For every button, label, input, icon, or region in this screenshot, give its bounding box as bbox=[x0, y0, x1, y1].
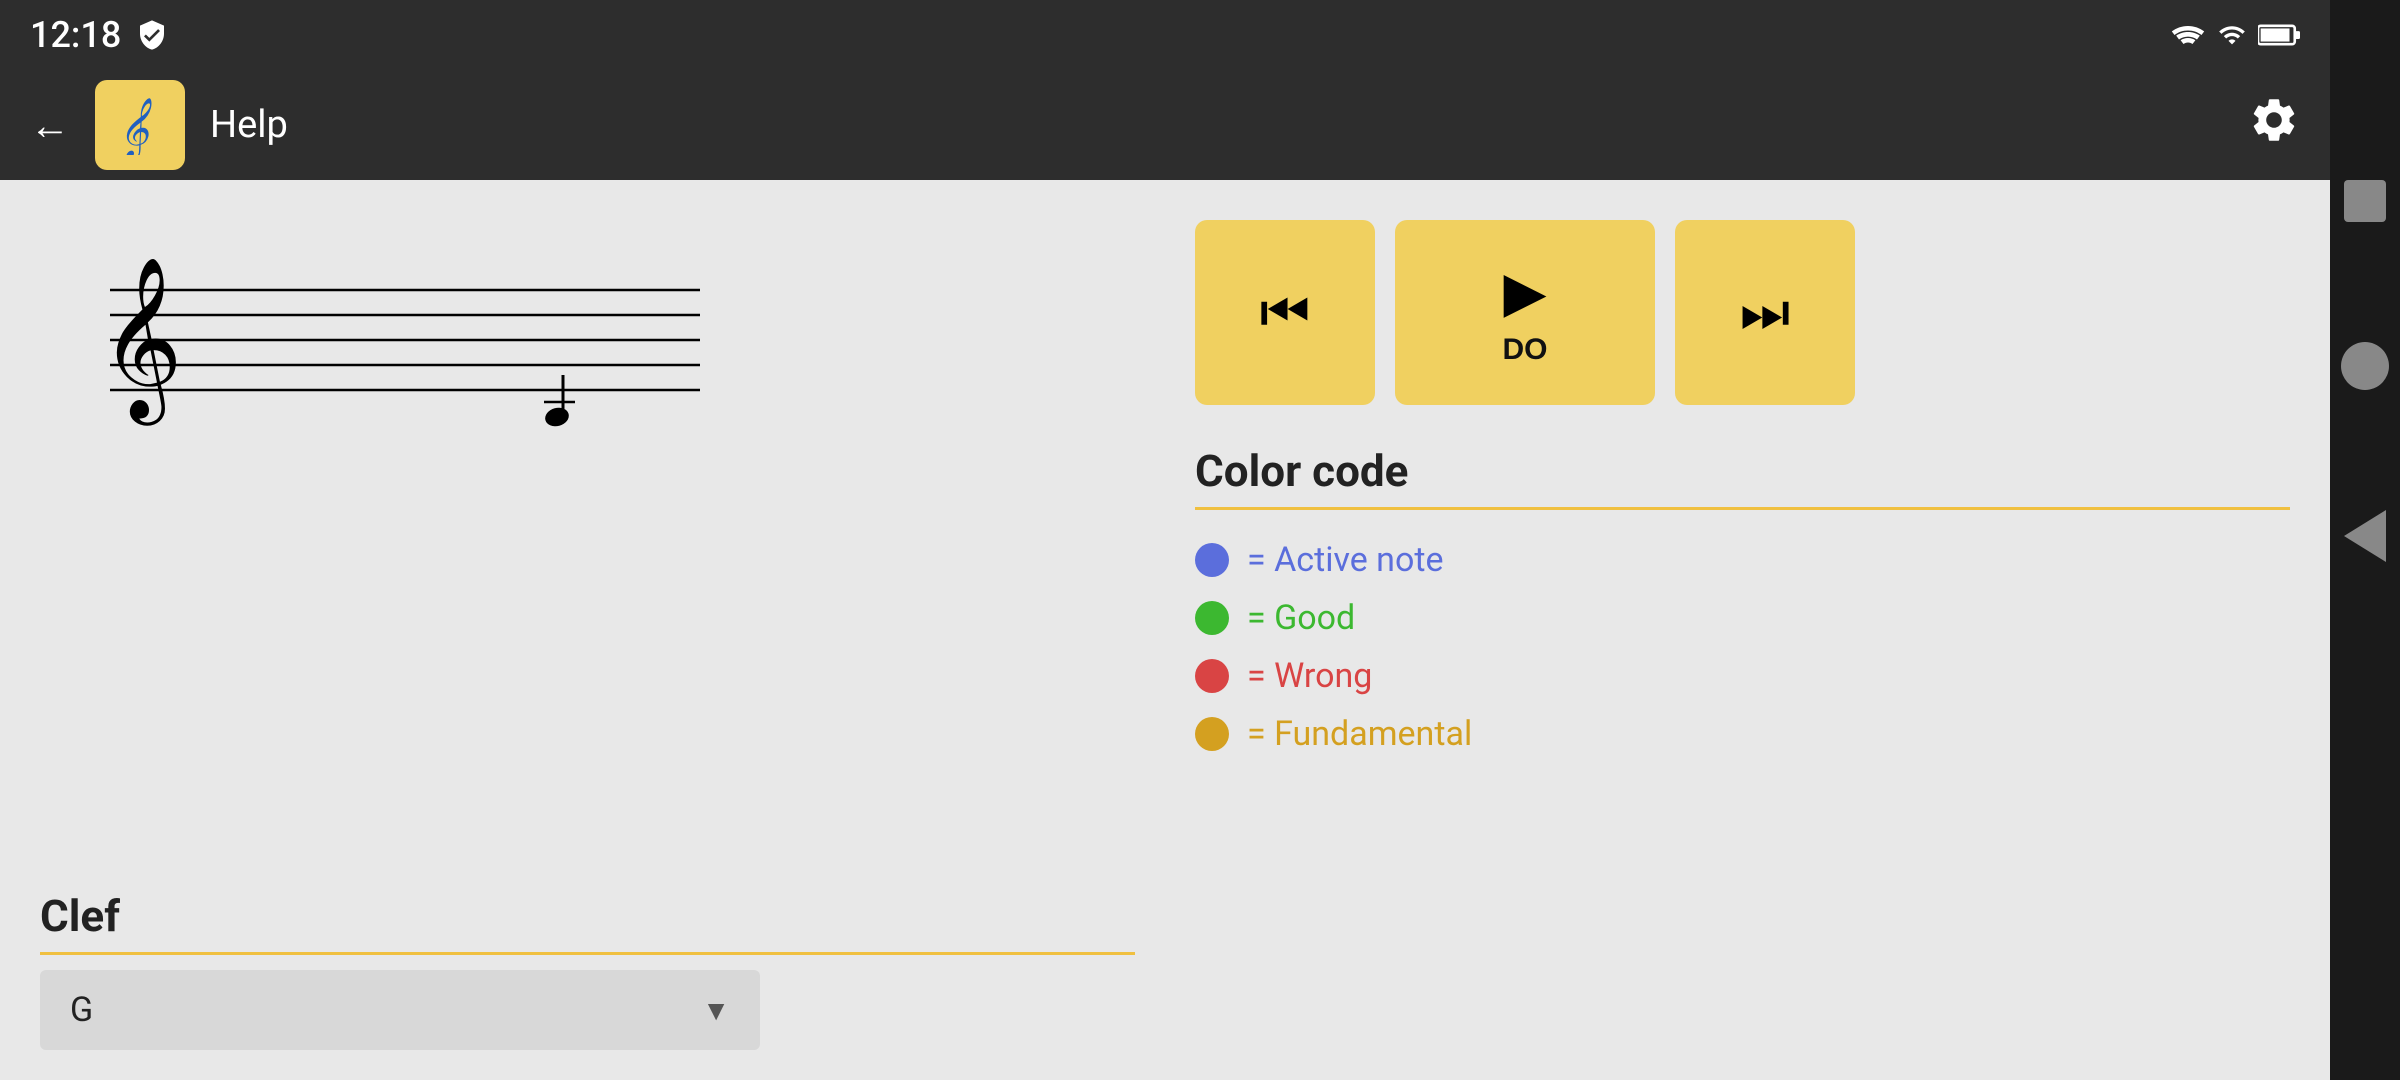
clef-title: Clef bbox=[40, 890, 1135, 942]
status-icons-right bbox=[2170, 21, 2300, 49]
next-icon: ⏭ bbox=[1740, 279, 1790, 346]
svg-text:𝄞: 𝄞 bbox=[118, 97, 152, 155]
active-note-label: = Active note bbox=[1247, 540, 1444, 580]
page-title: Help bbox=[210, 103, 288, 147]
status-time: 12:18 bbox=[30, 14, 121, 56]
list-item: = Wrong bbox=[1195, 656, 2290, 696]
clef-value: G bbox=[70, 990, 93, 1030]
treble-clef-logo: 𝄞 bbox=[110, 95, 170, 155]
status-bar: 12:18 bbox=[0, 0, 2330, 70]
play-button[interactable]: ▶ DO bbox=[1395, 220, 1655, 405]
list-item: = Active note bbox=[1195, 540, 2290, 580]
fundamental-dot bbox=[1195, 717, 1229, 751]
settings-button[interactable] bbox=[2248, 94, 2300, 157]
wrong-dot bbox=[1195, 659, 1229, 693]
chevron-down-icon: ▼ bbox=[702, 994, 730, 1027]
play-label: DO bbox=[1503, 333, 1548, 367]
prev-icon: ⏮ bbox=[1260, 279, 1310, 346]
battery-icon bbox=[2258, 21, 2300, 49]
clef-divider bbox=[40, 952, 1135, 955]
android-nav-sidebar bbox=[2330, 0, 2400, 1080]
app-logo: 𝄞 bbox=[95, 80, 185, 170]
wrong-label: = Wrong bbox=[1247, 656, 1372, 696]
good-label: = Good bbox=[1247, 598, 1355, 638]
play-icon: ▶ bbox=[1503, 259, 1546, 325]
clef-section: Clef G ▼ bbox=[40, 890, 1135, 1050]
good-dot bbox=[1195, 601, 1229, 635]
list-item: = Fundamental bbox=[1195, 714, 2290, 754]
color-items: = Active note = Good = Wrong bbox=[1195, 525, 2290, 754]
app-bar: ← 𝄞 Help bbox=[0, 70, 2330, 180]
gear-icon bbox=[2248, 94, 2300, 146]
nav-circle-button[interactable] bbox=[2341, 342, 2389, 390]
color-code-title: Color code bbox=[1195, 445, 2290, 497]
shield-icon bbox=[136, 19, 168, 51]
back-button[interactable]: ← bbox=[30, 102, 70, 149]
wifi-icon bbox=[2170, 21, 2206, 49]
right-panel: ⏮ ▶ DO ⏭ Color code = Active n bbox=[1195, 210, 2290, 1050]
prev-button[interactable]: ⏮ bbox=[1195, 220, 1375, 405]
content-area: 𝄞 Clef G ▼ bbox=[0, 180, 2330, 1080]
color-code-divider bbox=[1195, 507, 2290, 510]
phone-area: 12:18 ← 𝄞 bbox=[0, 0, 2330, 1080]
left-panel: 𝄞 Clef G ▼ bbox=[40, 210, 1135, 1050]
nav-square-button[interactable] bbox=[2344, 180, 2386, 222]
clef-dropdown[interactable]: G ▼ bbox=[40, 970, 760, 1050]
signal-icon bbox=[2218, 21, 2246, 49]
staff-area: 𝄞 bbox=[40, 210, 1135, 840]
svg-text:𝄞: 𝄞 bbox=[100, 259, 183, 426]
next-button[interactable]: ⏭ bbox=[1675, 220, 1855, 405]
playback-buttons: ⏮ ▶ DO ⏭ bbox=[1195, 210, 2290, 405]
list-item: = Good bbox=[1195, 598, 2290, 638]
active-note-dot bbox=[1195, 543, 1229, 577]
musical-staff: 𝄞 bbox=[40, 230, 720, 430]
nav-back-button[interactable] bbox=[2344, 510, 2386, 562]
color-code-section: Color code = Active note = Good bbox=[1195, 445, 2290, 754]
fundamental-label: = Fundamental bbox=[1247, 714, 1472, 754]
